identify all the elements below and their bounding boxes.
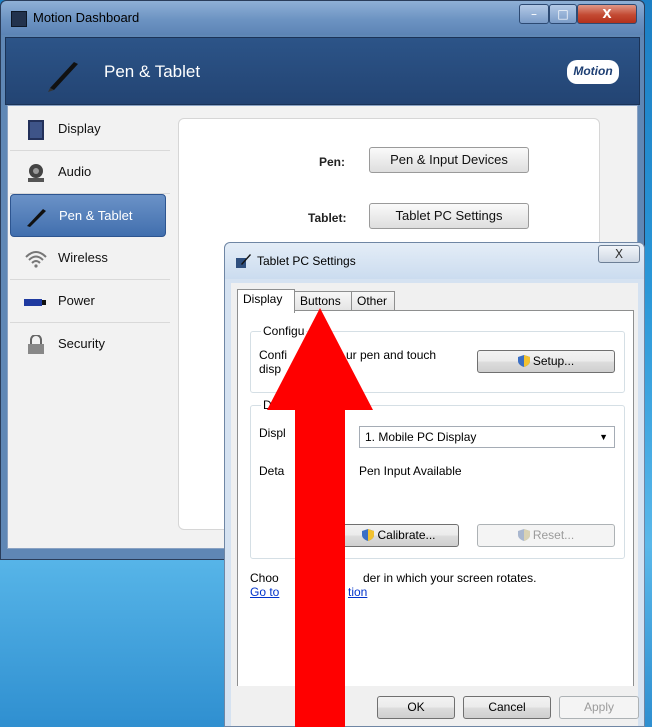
red-arrow-annotation [267, 308, 373, 727]
sidebar-item-label: Power [58, 293, 95, 308]
sidebar-item-security[interactable]: Security [10, 323, 170, 366]
sidebar-item-label: Display [58, 121, 101, 136]
tablet-label: Tablet: [308, 211, 347, 225]
dashboard-window-title: Motion Dashboard [33, 10, 140, 25]
maximize-button[interactable]: □ [549, 4, 577, 24]
apply-button[interactable]: Apply [559, 696, 639, 719]
sidebar-item-pen-tablet[interactable]: Pen & Tablet [10, 194, 166, 237]
sidebar-nav: Display Audio Pen & Tablet Wireless Powe… [10, 108, 170, 366]
lock-icon [28, 335, 44, 354]
sidebar-item-audio[interactable]: Audio [10, 151, 170, 194]
pen-input-devices-button[interactable]: Pen & Input Devices [369, 147, 529, 173]
battery-icon [24, 299, 46, 306]
dialog-close-button[interactable]: X [598, 245, 640, 263]
ok-button[interactable]: OK [377, 696, 455, 719]
dropdown-arrow-icon: ▼ [599, 432, 608, 442]
wifi-icon [25, 251, 47, 268]
dialog-titlebar[interactable]: Tablet PC Settings X [225, 243, 644, 279]
pen-icon [27, 209, 46, 227]
display-select-value: 1. Mobile PC Display [365, 430, 477, 444]
setup-button[interactable]: Setup... [477, 350, 615, 373]
tablet-pc-settings-button[interactable]: Tablet PC Settings [369, 203, 529, 229]
page-title: Pen & Tablet [104, 62, 201, 81]
sidebar-item-label: Wireless [58, 250, 108, 265]
motion-logo: Motion [567, 60, 619, 84]
uac-shield-icon [517, 355, 530, 367]
sidebar-item-display[interactable]: Display [10, 108, 170, 151]
sidebar-item-label: Audio [58, 164, 92, 179]
display-select[interactable]: 1. Mobile PC Display ▼ [359, 426, 615, 448]
monitor-icon [28, 120, 44, 140]
dashboard-header: Pen & Tablet Motion [5, 37, 640, 105]
speaker-icon [28, 164, 44, 182]
sidebar-item-power[interactable]: Power [10, 280, 170, 323]
cancel-button[interactable]: Cancel [463, 696, 551, 719]
reset-button[interactable]: Reset... [477, 524, 615, 547]
reset-button-label: Reset... [532, 528, 575, 542]
calibrate-button-label: Calibrate... [377, 528, 436, 542]
sidebar-item-wireless[interactable]: Wireless [10, 237, 170, 280]
uac-shield-icon [517, 529, 530, 541]
pen-label: Pen: [319, 155, 346, 169]
dashboard-titlebar[interactable]: Motion Dashboard – □ X [1, 1, 644, 35]
app-icon [11, 11, 27, 27]
tablet-pen-icon [236, 254, 251, 268]
dialog-title: Tablet PC Settings [257, 254, 356, 268]
sidebar-item-label: Pen & Tablet [59, 208, 133, 223]
close-button[interactable]: X [577, 4, 637, 24]
orientation-text-b: der in which your screen rotates. [363, 571, 537, 585]
setup-button-label: Setup... [532, 354, 575, 368]
pen-icon [48, 62, 78, 92]
minimize-button[interactable]: – [519, 4, 549, 24]
sidebar-item-label: Security [58, 336, 105, 351]
